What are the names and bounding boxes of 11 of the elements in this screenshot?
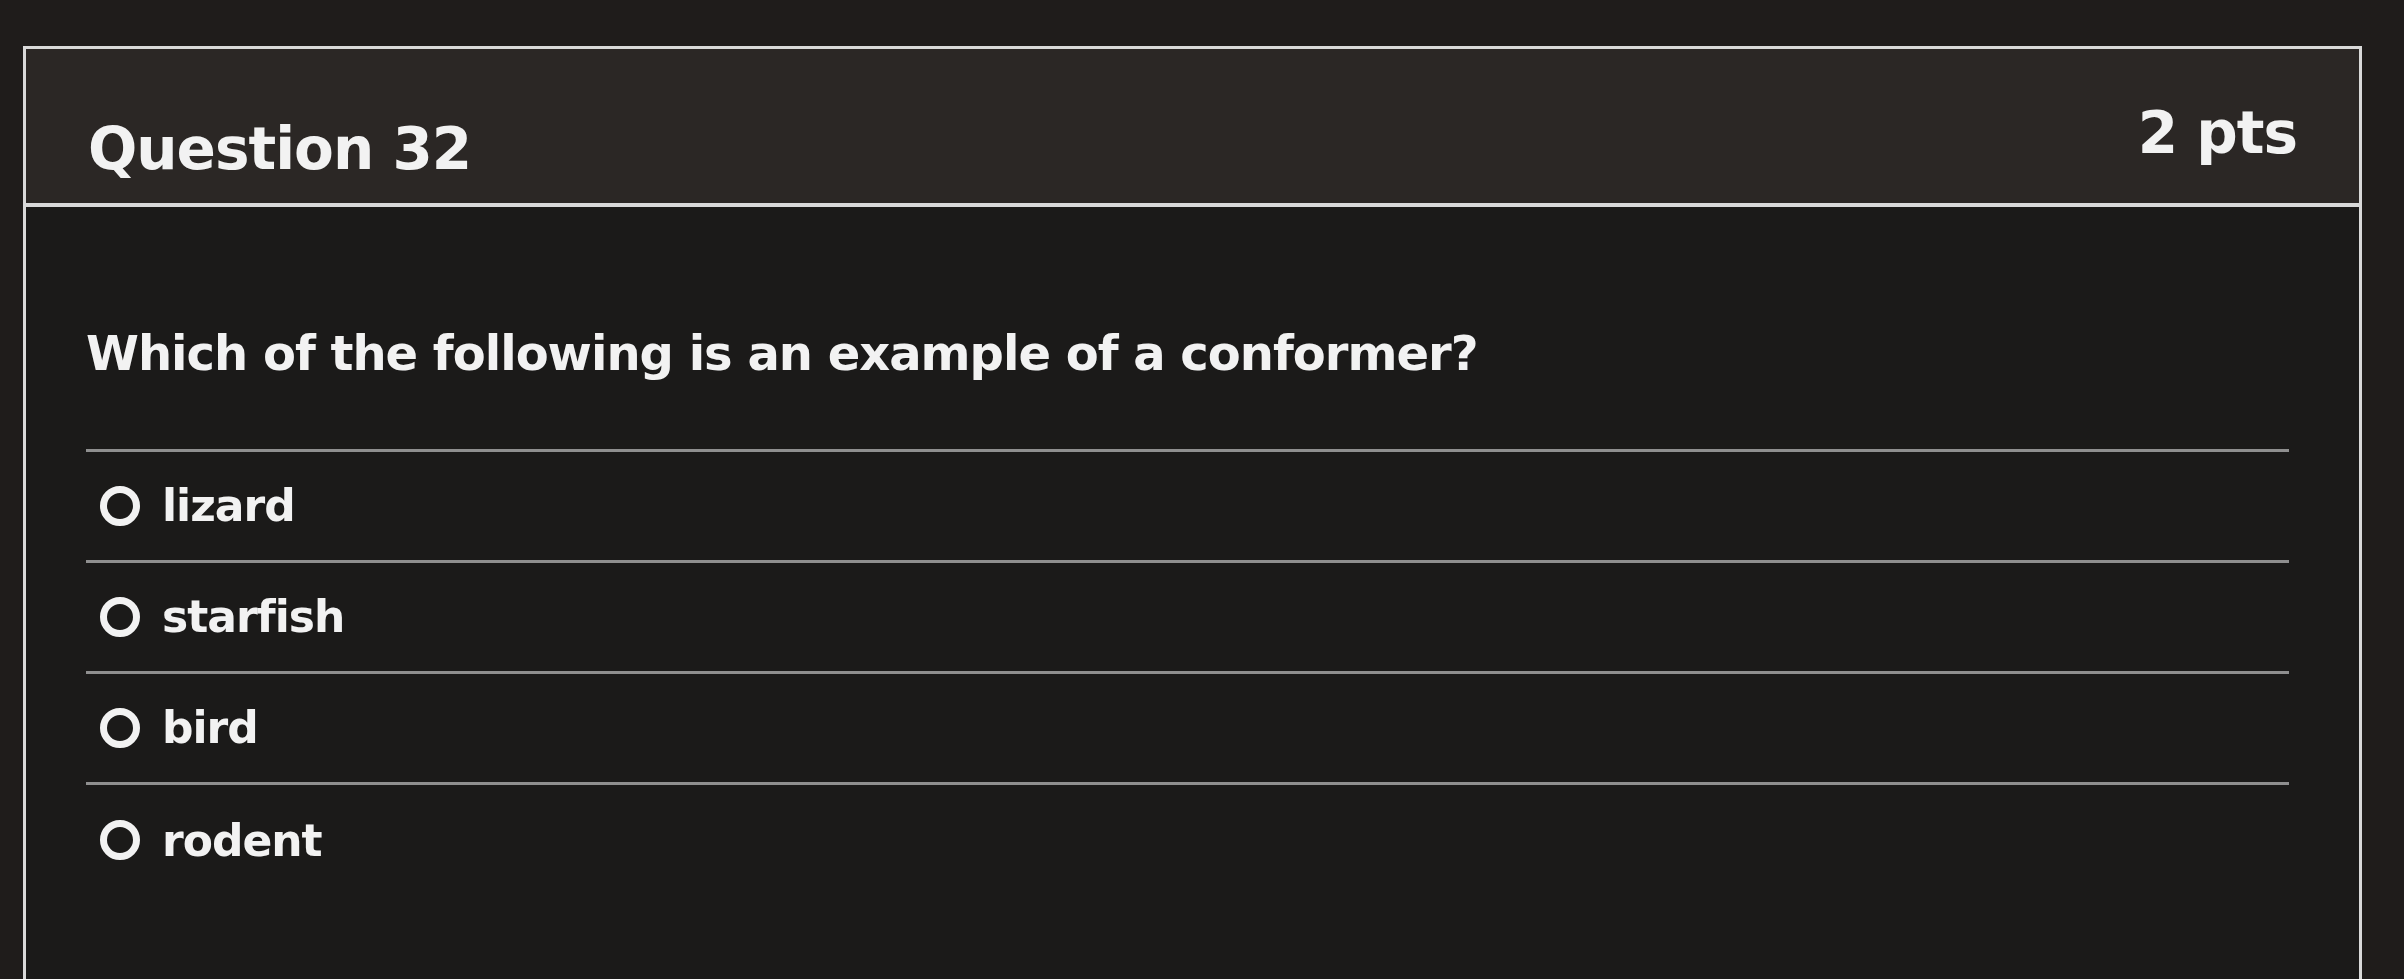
radio-button[interactable] [100, 485, 140, 526]
answer-option[interactable]: bird [86, 673, 2289, 785]
radio-button[interactable] [100, 596, 140, 637]
answer-option[interactable]: starfish [86, 562, 2289, 674]
radio-button[interactable] [100, 707, 140, 748]
question-text: Which of the following is an example of a conformer? [86, 325, 2289, 452]
question-title: Question 32 [88, 115, 472, 183]
radio-button[interactable] [100, 820, 140, 861]
answer-option[interactable]: rodent [86, 784, 2289, 896]
points-label: 2 pts [2137, 99, 2297, 167]
answer-option[interactable]: lizard [86, 451, 2289, 563]
